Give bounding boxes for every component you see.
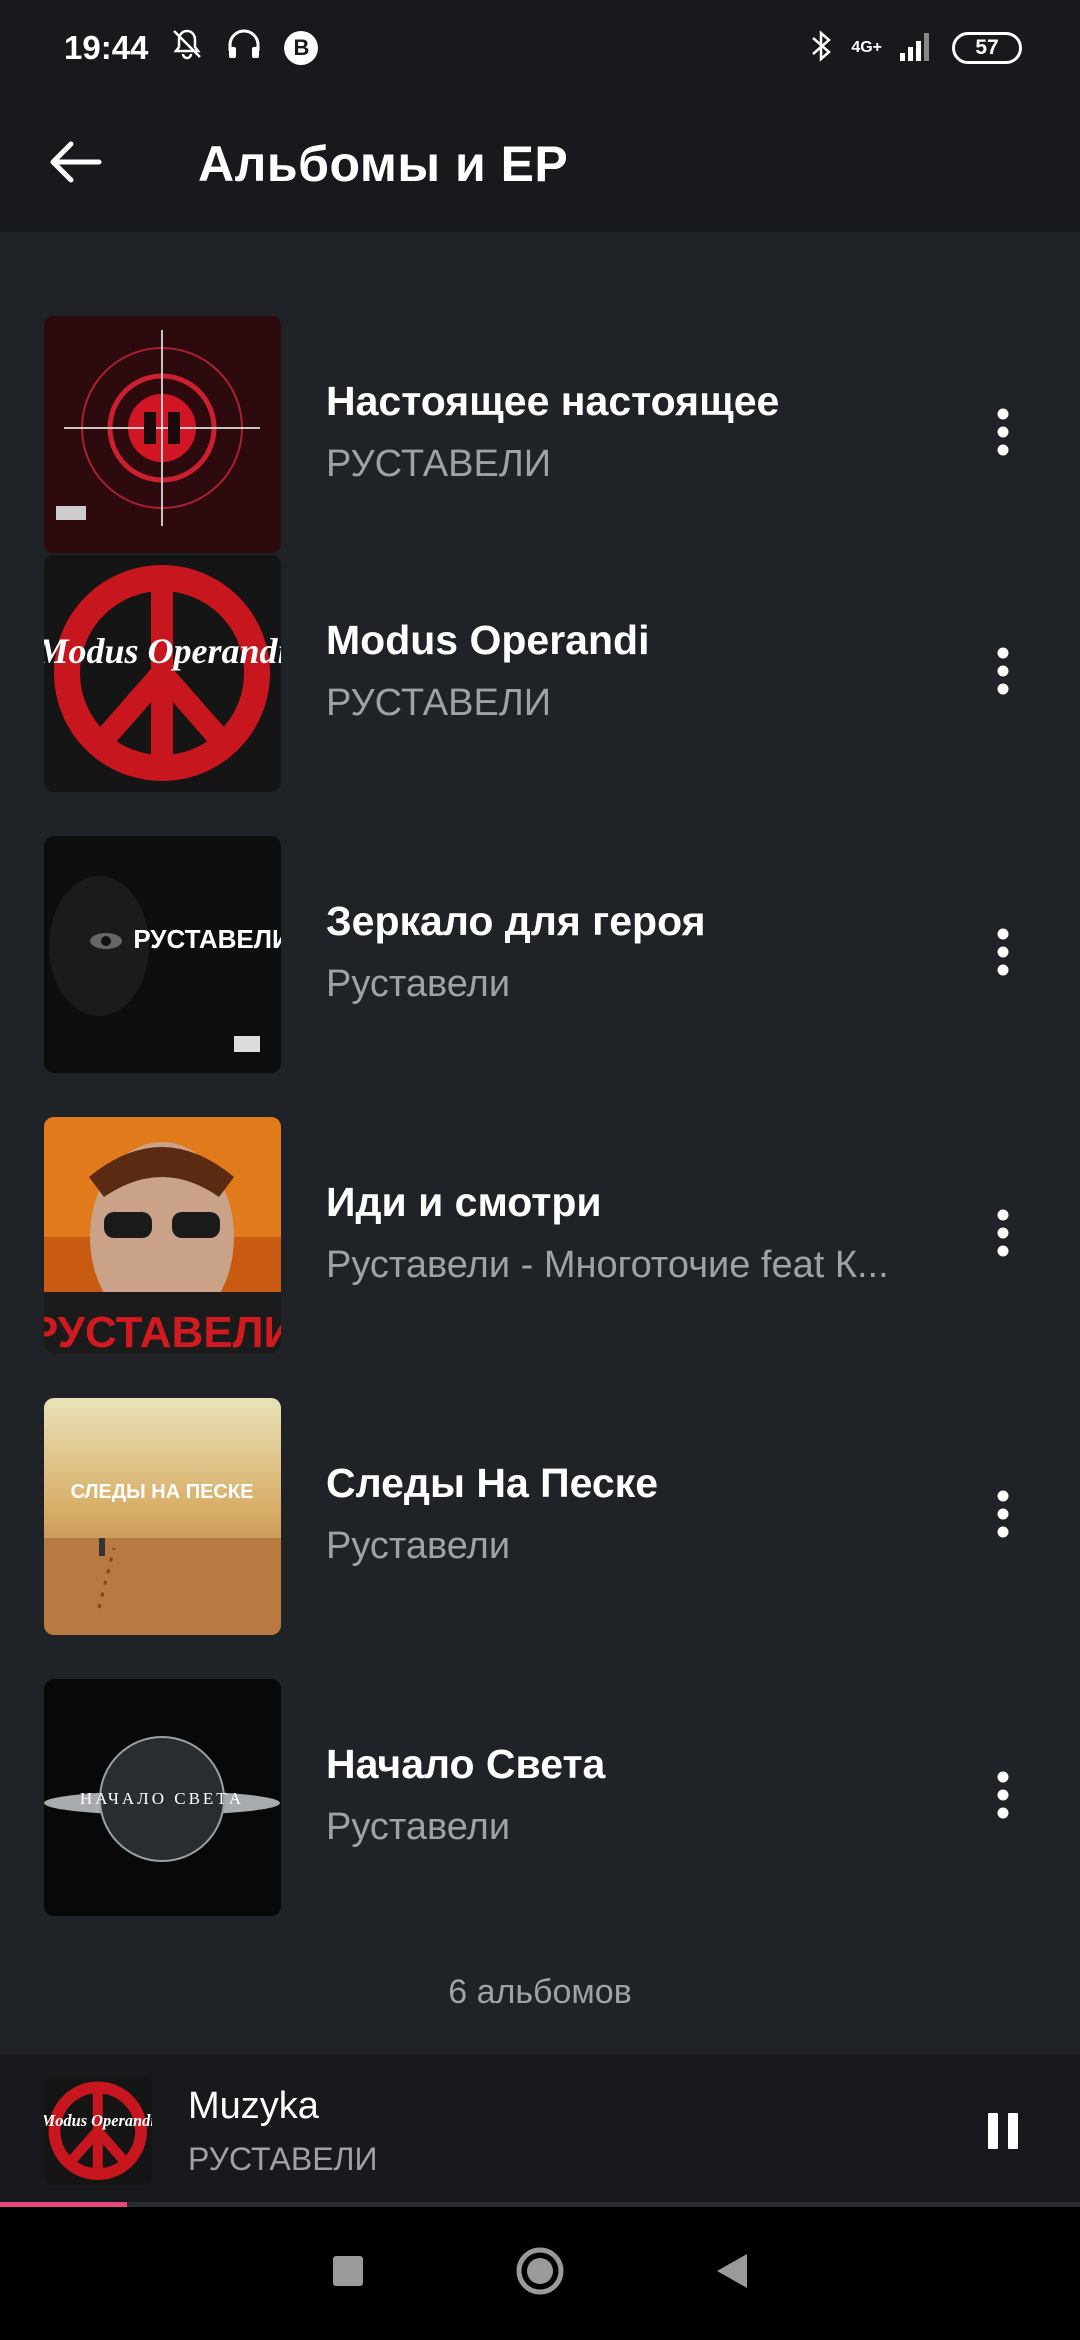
- album-text: Настоящее настоящее РУСТАВЕЛИ: [326, 378, 916, 486]
- status-left: 19:44 B: [64, 27, 319, 69]
- back-nav-button[interactable]: [715, 2252, 749, 2295]
- album-artist: Руставели: [326, 963, 511, 1005]
- page-title: Альбомы и EP: [198, 136, 569, 192]
- bluetooth-icon: [809, 28, 833, 69]
- bell-off-icon: [170, 27, 204, 69]
- album-artist: Руставели: [326, 1806, 511, 1848]
- more-button[interactable]: [960, 384, 1046, 484]
- system-nav-bar: [0, 2207, 1080, 2340]
- album-count: 6 альбомов: [448, 1973, 632, 2011]
- more-button[interactable]: [960, 1747, 1046, 1847]
- player-title: Muzyka: [188, 2085, 319, 2127]
- cover-text: НАЧАЛО СВЕТА: [80, 1789, 244, 1808]
- album-cover: СЛЕДЫ НА ПЕСКЕ: [44, 1398, 281, 1635]
- player-cover: Modus Operandi: [44, 2077, 152, 2185]
- status-time: 19:44: [64, 29, 149, 66]
- home-button[interactable]: [515, 2246, 565, 2301]
- album-row[interactable]: Настоящее настоящее РУСТАВЕЛИ: [0, 316, 1080, 553]
- album-cover: РУСТАВЕЛИ: [44, 1117, 281, 1354]
- signal-icon: [900, 31, 934, 66]
- more-vert-icon: [996, 1771, 1010, 1824]
- player-cover-text: Modus Operandi: [44, 2111, 152, 2130]
- more-vert-icon: [996, 928, 1010, 981]
- app-bar: Альбомы и EP: [0, 96, 1080, 232]
- cover-text: Modus Operandi: [44, 631, 281, 671]
- more-button[interactable]: [960, 623, 1046, 723]
- more-vert-icon: [996, 408, 1010, 461]
- more-vert-icon: [996, 647, 1010, 700]
- status-bar: 19:44 B 4G+ 57: [0, 0, 1080, 96]
- album-artist: Руставели - Многоточие feat К...: [326, 1244, 889, 1286]
- mini-player[interactable]: Modus Operandi Muzyka РУСТАВЕЛИ: [0, 2055, 1080, 2205]
- more-button[interactable]: [960, 1466, 1046, 1566]
- album-cover: НАЧАЛО СВЕТА: [44, 1679, 281, 1916]
- more-button[interactable]: [960, 904, 1046, 1004]
- album-title: Modus Operandi: [326, 617, 650, 663]
- album-title: Начало Света: [326, 1741, 606, 1787]
- album-text: Зеркало для героя Руставели: [326, 898, 916, 1006]
- pause-icon: [986, 2111, 1020, 2156]
- album-row[interactable]: НАЧАЛО СВЕТА Начало Света Руставели: [0, 1679, 1080, 1916]
- arrow-left-icon: [47, 140, 103, 189]
- network-type: 4G+: [851, 39, 882, 56]
- album-title: Настоящее настоящее: [326, 378, 780, 424]
- album-title: Следы На Песке: [326, 1460, 659, 1506]
- album-cover: Modus Operandi: [44, 555, 281, 792]
- album-row[interactable]: Modus Operandi Modus Operandi РУСТАВЕЛИ: [0, 555, 1080, 792]
- album-text: Modus Operandi РУСТАВЕЛИ: [326, 617, 916, 725]
- album-row[interactable]: РУСТАВЕЛИ Иди и смотри Руставели - Много…: [0, 1117, 1080, 1354]
- album-cover: РУСТАВЕЛИ: [44, 836, 281, 1073]
- album-row[interactable]: РУСТАВЕЛИ Зеркало для героя Руставели: [0, 836, 1080, 1073]
- cover-text: СЛЕДЫ НА ПЕСКЕ: [71, 1481, 254, 1503]
- battery-icon: 57: [952, 32, 1022, 64]
- album-text: Иди и смотри Руставели - Многоточие feat…: [326, 1179, 916, 1287]
- status-right: 4G+ 57: [809, 28, 1022, 69]
- player-artist: РУСТАВЕЛИ: [188, 2141, 378, 2177]
- headphones-icon: [226, 27, 262, 69]
- cover-text: РУСТАВЕЛИ: [44, 1308, 281, 1354]
- album-artist: РУСТАВЕЛИ: [326, 443, 552, 485]
- album-text: Следы На Песке Руставели: [326, 1460, 916, 1568]
- more-vert-icon: [996, 1490, 1010, 1543]
- album-artist: Руставели: [326, 1525, 511, 1567]
- album-row[interactable]: СЛЕДЫ НА ПЕСКЕ Следы На Песке Руставели: [0, 1398, 1080, 1635]
- more-vert-icon: [996, 1209, 1010, 1262]
- cover-text: РУСТАВЕЛИ: [133, 924, 281, 954]
- album-cover: [44, 316, 281, 553]
- more-button[interactable]: [960, 1185, 1046, 1285]
- album-artist: РУСТАВЕЛИ: [326, 682, 552, 724]
- pause-button[interactable]: [955, 2085, 1051, 2181]
- vk-icon: B: [284, 31, 319, 65]
- recents-button[interactable]: [331, 2254, 365, 2293]
- back-button[interactable]: [0, 96, 150, 232]
- album-text: Начало Света Руставели: [326, 1741, 916, 1849]
- album-title: Зеркало для героя: [326, 898, 706, 944]
- album-title: Иди и смотри: [326, 1179, 602, 1225]
